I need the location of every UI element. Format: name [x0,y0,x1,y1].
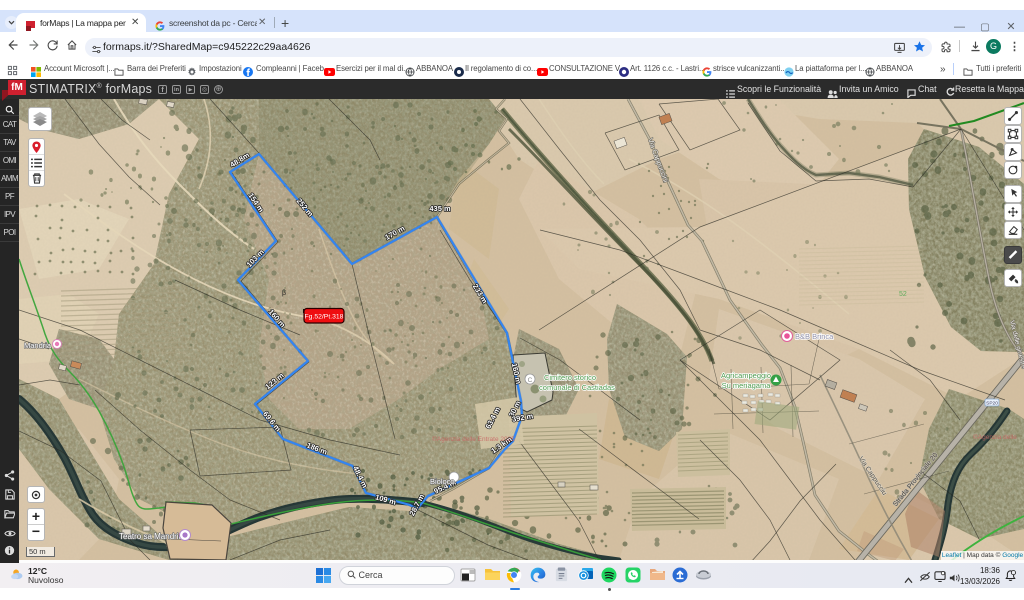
svg-text:SP20: SP20 [986,401,998,407]
svg-text:©Agenzia delle: ©Agenzia delle [973,433,1017,441]
svg-text:Su meriagama: Su meriagama [722,381,772,390]
svg-text:comunale di Castiadas: comunale di Castiadas [539,383,615,392]
svg-text:435 m: 435 m [429,204,451,213]
svg-text:Mandria: Mandria [24,341,52,350]
svg-text:C: C [528,377,533,384]
svg-text:Fg.52/Pt.318: Fg.52/Pt.318 [305,314,344,321]
svg-text:Cimitero storico: Cimitero storico [544,373,596,382]
svg-text:Teatro sa Mandria: Teatro sa Mandria [119,532,184,541]
svg-text:B&B Brinca: B&B Brinca [795,332,834,341]
svg-text:Bioloco: Bioloco [430,477,455,486]
svg-text:52: 52 [899,291,907,298]
svg-text:β: β [282,290,286,297]
svg-text:©Agenzia delle Entrate 2025: ©Agenzia delle Entrate 2025 [432,435,515,443]
svg-text:Agricampeggio: Agricampeggio [721,371,771,380]
